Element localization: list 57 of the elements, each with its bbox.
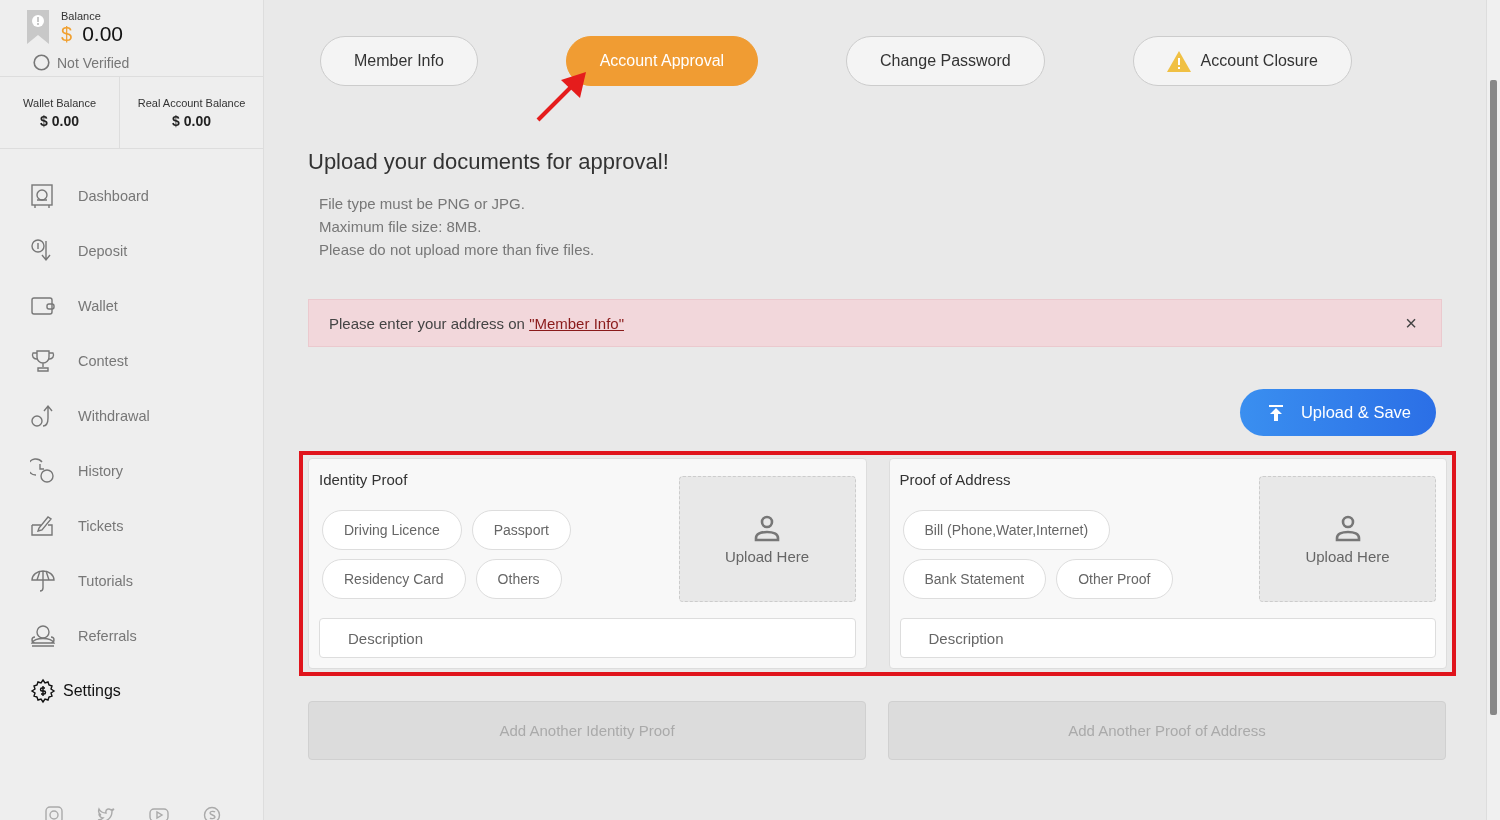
- upload-icon: [1266, 403, 1285, 422]
- card-title: Proof of Address: [899, 471, 1012, 488]
- tab[interactable]: Change Password: [846, 36, 1045, 86]
- dashboard-icon: [30, 182, 56, 209]
- sidebar-item[interactable]: History: [0, 443, 263, 498]
- document-type-button[interactable]: Passport: [471, 510, 571, 550]
- currency-sign: $: [61, 23, 73, 46]
- card-title: Identity Proof: [319, 471, 409, 488]
- description-field[interactable]: Description: [319, 618, 856, 658]
- tab[interactable]: Account Closure: [1132, 36, 1352, 86]
- sidebar-item[interactable]: Tickets: [0, 498, 263, 553]
- chat-icon[interactable]: [203, 806, 221, 820]
- balance-value: $ 0.00: [172, 112, 211, 129]
- camera-icon[interactable]: [45, 806, 63, 820]
- warning-icon: [1166, 50, 1191, 72]
- gear-icon: [30, 677, 56, 704]
- document-type-button[interactable]: Bank Statement: [902, 559, 1047, 599]
- balance-value: $ 0.00: [40, 112, 79, 129]
- sidebar-item[interactable]: Tutorials: [0, 553, 263, 608]
- verification-status: Not Verified: [57, 54, 130, 71]
- balance-label: Wallet Balance: [23, 96, 97, 109]
- document-type-button[interactable]: Others: [475, 559, 562, 599]
- sidebar-item[interactable]: Dashboard: [0, 168, 263, 223]
- sidebar-item[interactable]: Deposit: [0, 223, 263, 278]
- scrollbar[interactable]: [1486, 0, 1500, 820]
- person-icon: [753, 513, 781, 542]
- document-type-button[interactable]: Driving Licence: [322, 510, 462, 550]
- close-button[interactable]: ×: [1401, 311, 1421, 335]
- document-type-button[interactable]: Other Proof: [1056, 559, 1173, 599]
- trophy-icon: [30, 347, 56, 374]
- rule-text: Maximum file size: 8MB.: [319, 217, 483, 237]
- upload-save-button[interactable]: Upload & Save: [1239, 389, 1436, 436]
- sidebar-item[interactable]: Contest: [0, 333, 263, 388]
- upload-area[interactable]: Upload Here: [1259, 476, 1436, 602]
- sidebar-item[interactable]: Settings: [0, 663, 263, 718]
- play-icon[interactable]: [149, 806, 169, 820]
- document-type-button[interactable]: Residency Card: [322, 559, 466, 599]
- ribbon-badge-icon: [27, 10, 49, 44]
- description-field[interactable]: Description: [899, 618, 1436, 658]
- tab[interactable]: Member Info: [320, 36, 478, 86]
- balance-label: Balance: [61, 10, 102, 22]
- page-heading: Upload your documents for approval!: [308, 149, 670, 175]
- balance-label: Real Account Balance: [137, 96, 246, 109]
- balance-amount: 0.00: [82, 22, 123, 46]
- umbrella-icon: [30, 567, 56, 594]
- rule-text: File type must be PNG or JPG.: [319, 194, 526, 214]
- upload-area[interactable]: Upload Here: [678, 476, 856, 602]
- rule-text: Please do not upload more than five files.: [319, 240, 596, 260]
- sidebar-item[interactable]: Referrals: [0, 608, 263, 663]
- sidebar-item[interactable]: Withdrawal: [0, 388, 263, 443]
- sidebar-item[interactable]: Wallet: [0, 278, 263, 333]
- person-icon: [1333, 513, 1362, 542]
- circle-icon: [33, 54, 50, 71]
- bird-icon[interactable]: [97, 806, 115, 820]
- alert-message: Please enter your address on "Member Info": [329, 314, 624, 332]
- document-type-button[interactable]: Bill (Phone,Water,Internet): [902, 510, 1111, 550]
- member-info-link[interactable]: "Member Info": [529, 314, 624, 332]
